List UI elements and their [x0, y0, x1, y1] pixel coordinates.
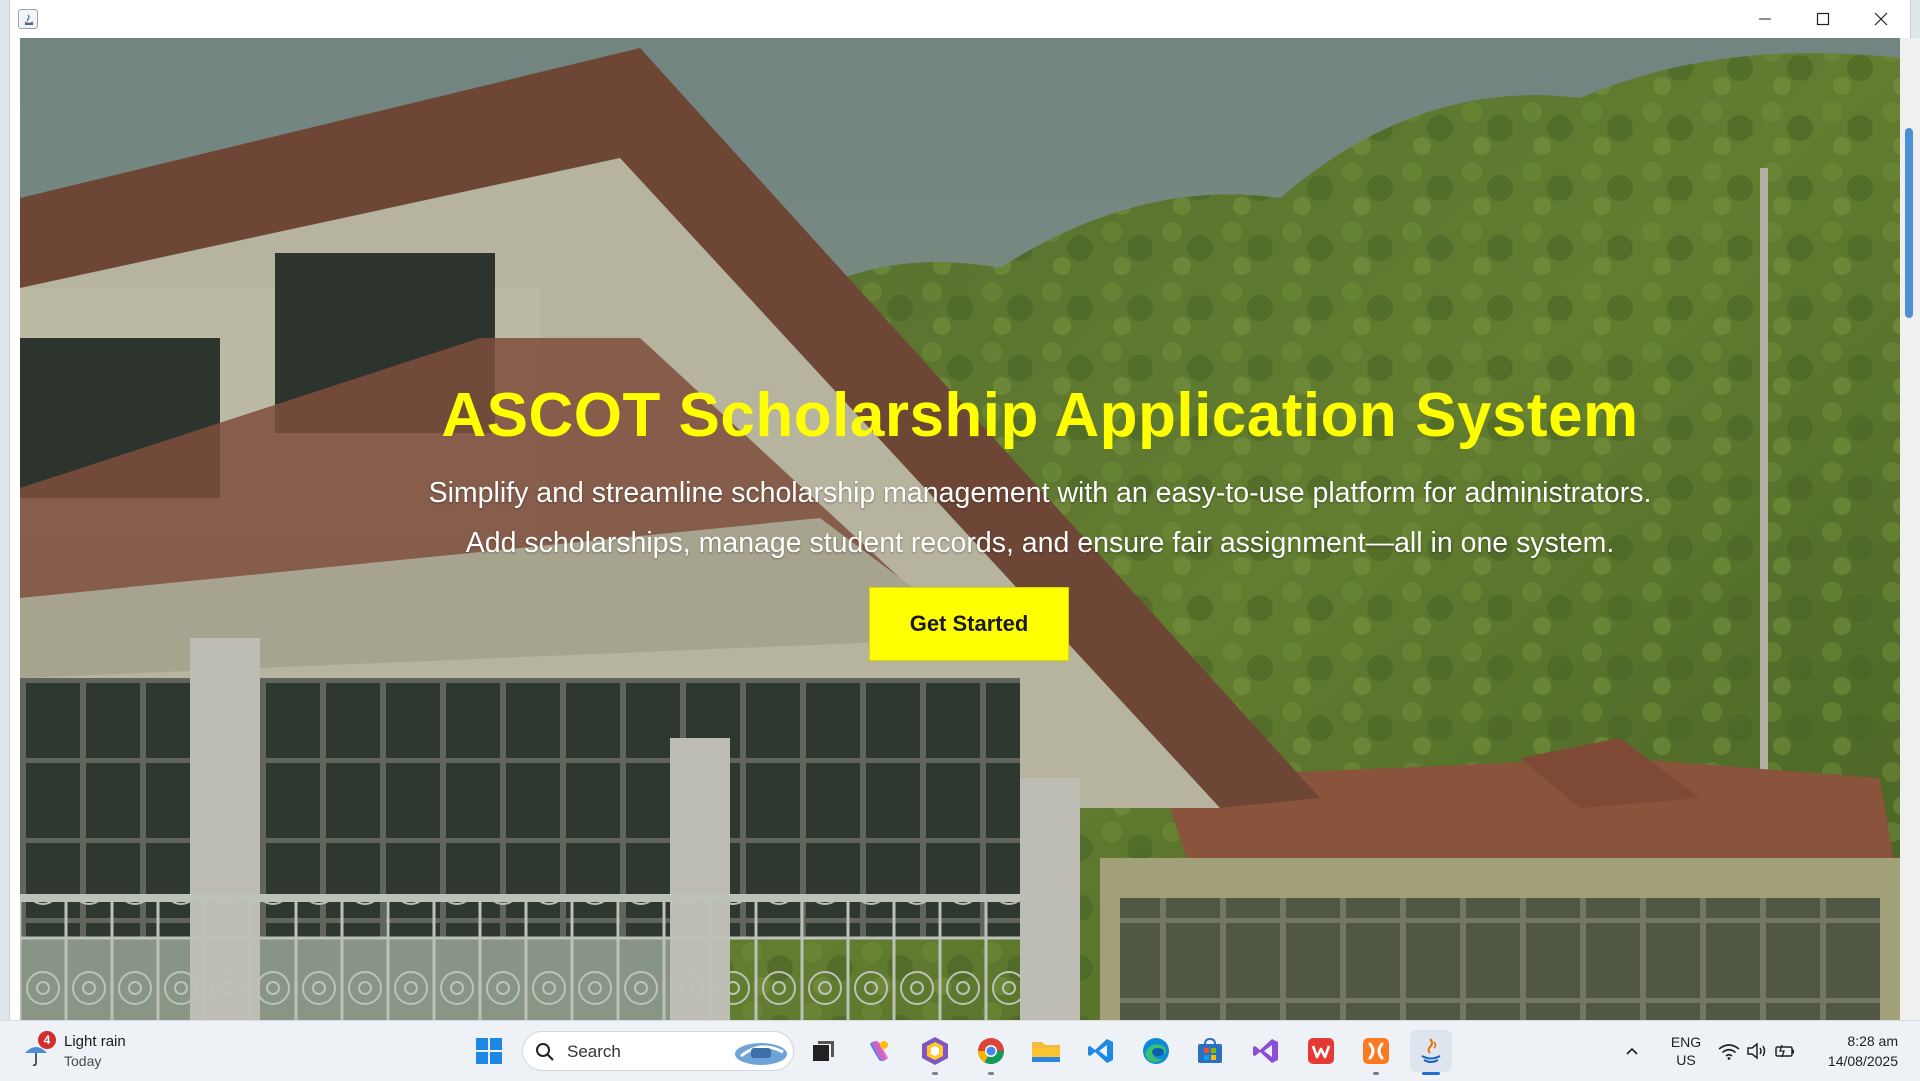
running-indicator [988, 1072, 994, 1075]
task-view-icon [813, 1041, 834, 1061]
vscode-button[interactable] [1080, 1030, 1122, 1072]
hero-subtitle-line-1: Simplify and streamline scholarship mana… [428, 477, 1652, 509]
java-app-icon [18, 9, 38, 29]
xampp-icon [1363, 1038, 1389, 1064]
wifi-icon [1718, 1044, 1740, 1060]
weather-condition: Light rain [64, 1033, 126, 1050]
edge-button[interactable] [1135, 1030, 1177, 1072]
search-placeholder: Search [567, 1042, 621, 1061]
folder-icon [1032, 1042, 1060, 1062]
java-app-button[interactable] [1410, 1030, 1452, 1075]
java-icon [1421, 1038, 1441, 1063]
language-code: ENG [1670, 1034, 1702, 1050]
taskbar-search[interactable]: Search [522, 1031, 794, 1071]
search-highlight-icon [735, 1043, 787, 1065]
edge-icon [1143, 1038, 1169, 1064]
weather-day: Today [64, 1053, 102, 1069]
taskbar: 4 Light rain Today Search ENG US 8:28 am… [0, 1020, 1920, 1081]
copilot-icon [870, 1040, 888, 1062]
vertical-scrollbar[interactable] [1900, 38, 1920, 1020]
scrollbar-thumb[interactable] [1905, 128, 1913, 318]
quick-settings-button[interactable] [1712, 1030, 1802, 1072]
xampp-button[interactable] [1355, 1030, 1397, 1075]
visual-studio-icon [1253, 1039, 1278, 1063]
weather-widget[interactable]: 4 Light rain Today [22, 1031, 162, 1073]
get-started-button[interactable]: Get Started [869, 587, 1069, 661]
close-icon [1874, 12, 1888, 26]
active-window-indicator [1422, 1072, 1440, 1075]
task-view-button[interactable] [802, 1030, 844, 1072]
store-icon [1198, 1037, 1222, 1063]
search-icon [536, 1043, 554, 1061]
system-clock[interactable]: 8:28 am 14/08/2025 [1808, 1031, 1898, 1071]
clock-date: 14/08/2025 [1827, 1053, 1898, 1069]
hexagon-app-icon [922, 1037, 948, 1065]
chrome-button[interactable] [970, 1030, 1012, 1075]
chrome-icon [977, 1038, 1005, 1065]
visual-studio-button[interactable] [1245, 1030, 1287, 1072]
maximize-button[interactable] [1794, 0, 1852, 38]
running-indicator [1373, 1072, 1379, 1075]
file-explorer-button[interactable] [1025, 1030, 1067, 1072]
microsoft-store-button[interactable] [1189, 1030, 1231, 1072]
wps-icon [1308, 1038, 1334, 1064]
input-language[interactable]: ENG US [1666, 1033, 1706, 1069]
wps-office-button[interactable] [1300, 1030, 1342, 1072]
minimize-button[interactable] [1736, 0, 1794, 38]
region-code: US [1676, 1052, 1696, 1068]
start-button[interactable] [468, 1030, 510, 1072]
vscode-icon [1088, 1039, 1113, 1063]
title-bar[interactable] [10, 0, 1910, 38]
app-window: ASCOT Scholarship Application System Sim… [10, 0, 1920, 1020]
chevron-up-icon [1626, 1047, 1638, 1055]
hero-subtitle-line-2: Add scholarships, manage student records… [465, 527, 1615, 559]
hexagon-app-button[interactable] [914, 1030, 956, 1075]
minimize-icon [1759, 18, 1771, 20]
clock-time: 8:28 am [1847, 1033, 1898, 1049]
copilot-button[interactable] [858, 1030, 900, 1072]
battery-icon [1775, 1044, 1794, 1058]
close-button[interactable] [1852, 0, 1910, 38]
landing-page: ASCOT Scholarship Application System Sim… [20, 38, 1900, 1020]
weather-alert-badge: 4 [38, 1031, 56, 1049]
running-indicator [932, 1072, 938, 1075]
volume-icon [1747, 1042, 1766, 1060]
hero-subtitle: Simplify and streamline scholarship mana… [20, 468, 1900, 568]
maximize-icon [1816, 12, 1830, 26]
page-title: ASCOT Scholarship Application System [441, 381, 1639, 450]
show-hidden-icons-button[interactable] [1612, 1030, 1652, 1072]
windows-icon [476, 1038, 502, 1064]
